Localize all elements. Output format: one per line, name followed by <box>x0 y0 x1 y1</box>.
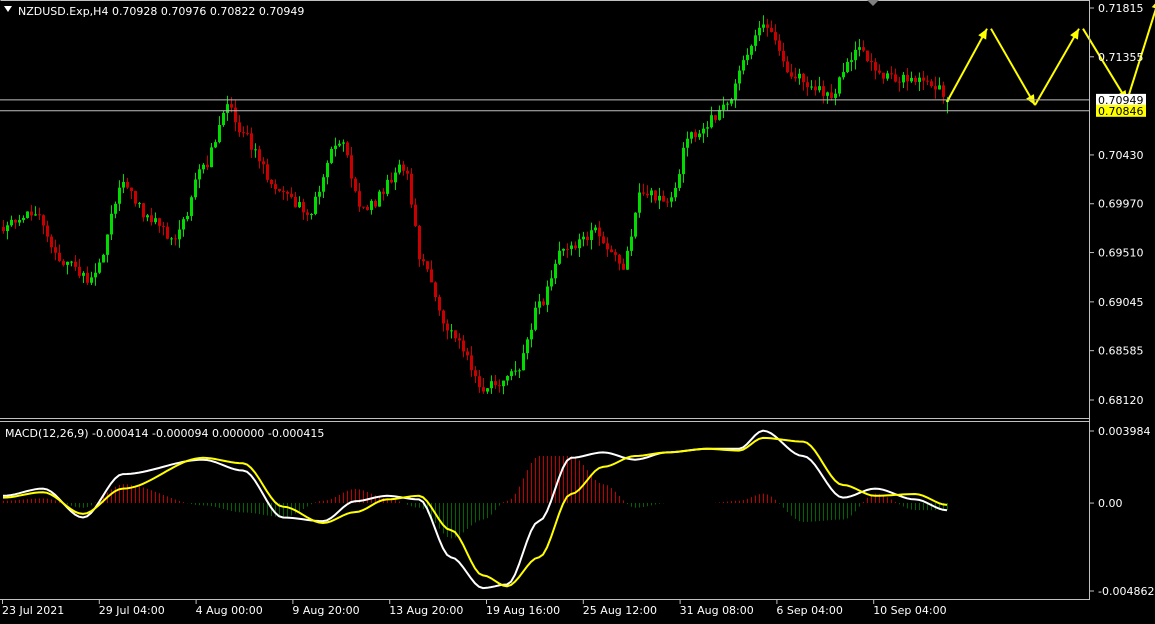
time-tick-label: 9 Aug 20:00 <box>292 604 359 617</box>
time-tick-label: 10 Sep 04:00 <box>873 604 946 617</box>
price-tick-label: 0.69970 <box>1098 198 1144 211</box>
price-tick-label: 0.71355 <box>1098 51 1144 64</box>
candle <box>26 211 29 219</box>
chart-background <box>0 0 1155 620</box>
price-tick-label: 0.70430 <box>1098 149 1144 162</box>
macd-tick-label: -0.004862 <box>1098 585 1154 598</box>
time-tick-label: 6 Sep 04:00 <box>776 604 842 617</box>
ask-price-tag: 0.70846 <box>1096 104 1146 118</box>
price-tick-label: 0.69510 <box>1098 247 1144 260</box>
candle <box>634 212 637 239</box>
macd-tick-label: 0.00 <box>1098 497 1123 510</box>
candle <box>410 168 413 209</box>
candle <box>866 50 869 63</box>
price-axis[interactable]: 0.71815 0.71355 0.70430 0.69970 0.69510 0.690… <box>1089 2 1146 407</box>
trading-chart[interactable]: NZDUSD.Exp,H4 0.70928 0.70976 0.70822 0.… <box>0 0 1155 620</box>
time-tick-label: 4 Aug 00:00 <box>196 604 263 617</box>
candle <box>354 176 357 193</box>
time-tick-label: 23 Jul 2021 <box>2 604 64 617</box>
price-tick-label: 0.68120 <box>1098 394 1144 407</box>
svg-text:0.70846: 0.70846 <box>1098 105 1144 118</box>
time-tick-label: 31 Aug 08:00 <box>680 604 754 617</box>
candle <box>378 189 381 207</box>
candle <box>346 141 349 158</box>
time-tick-label: 19 Aug 16:00 <box>486 604 560 617</box>
price-tick-label: 0.71815 <box>1098 2 1144 15</box>
time-tick-label: 25 Aug 12:00 <box>583 604 657 617</box>
time-tick-label: 13 Aug 20:00 <box>389 604 463 617</box>
time-tick-label: 29 Jul 04:00 <box>99 604 165 617</box>
macd-tick-label: 0.003984 <box>1098 425 1151 438</box>
price-tick-label: 0.69045 <box>1098 296 1144 309</box>
candle <box>838 76 841 97</box>
candle <box>330 146 333 165</box>
main-info-label: NZDUSD.Exp,H4 0.70928 0.70976 0.70822 0.… <box>18 5 304 18</box>
candle <box>102 253 105 263</box>
macd-info-label: MACD(12,26,9) -0.000414 -0.000094 0.0000… <box>5 427 324 440</box>
chart-canvas[interactable]: NZDUSD.Exp,H4 0.70928 0.70976 0.70822 0.… <box>0 0 1155 620</box>
price-tick-label: 0.68585 <box>1098 345 1144 358</box>
